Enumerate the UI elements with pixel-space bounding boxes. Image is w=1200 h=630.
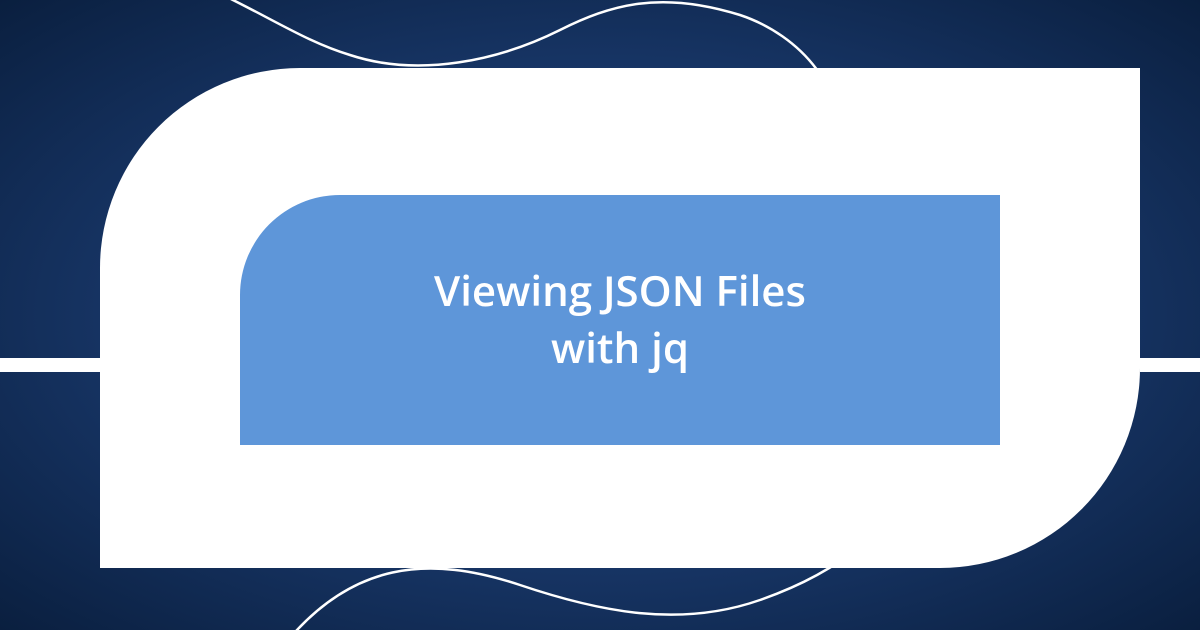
banner-title: Viewing JSON Files with jq	[434, 263, 806, 376]
title-line-2: with jq	[551, 319, 689, 376]
accent-line-right	[1140, 358, 1200, 372]
inner-card: Viewing JSON Files with jq	[240, 195, 1000, 445]
title-line-1: Viewing JSON Files	[434, 262, 806, 319]
